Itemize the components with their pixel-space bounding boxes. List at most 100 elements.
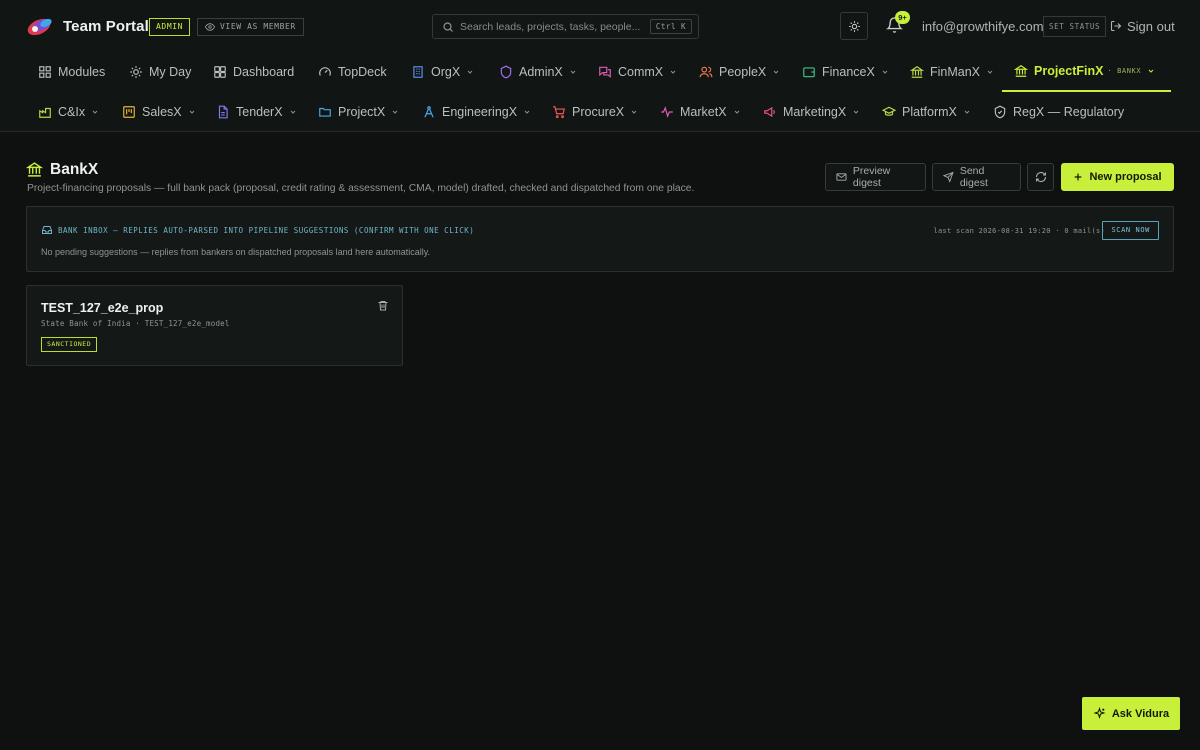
brand-name: Team Portal <box>63 18 149 35</box>
nav-item-tenderx[interactable]: TenderX <box>216 92 297 132</box>
nav-item-subtag: · BANKX <box>1107 67 1142 75</box>
chevron-down-icon <box>853 110 859 114</box>
nav-item-projectfinx[interactable]: ProjectFinX · BANKX <box>1002 52 1172 92</box>
preview-digest-label: Preview digest <box>852 165 891 189</box>
bank-icon <box>1014 65 1028 77</box>
notification-count-badge: 9+ <box>895 11 910 24</box>
bank-inbox-panel: BANK INBOX — REPLIES AUTO-PARSED INTO PI… <box>26 206 1174 272</box>
building-icon <box>413 66 423 78</box>
nav-item-dashboard[interactable]: Dashboard <box>213 52 294 92</box>
nav-item-my-day[interactable]: My Day <box>129 52 191 92</box>
eye-icon <box>205 23 215 31</box>
nav-item-platformx[interactable]: PlatformX <box>882 92 971 132</box>
chevron-down-icon <box>92 110 98 114</box>
send-icon <box>943 171 954 183</box>
nav-item-label: FinManX <box>930 65 981 79</box>
proposal-title: TEST_127_e2e_prop <box>41 301 164 315</box>
top-bar: Team Portal ADMIN VIEW AS MEMBER Search … <box>0 0 1200 52</box>
scan-now-button[interactable]: SCAN NOW <box>1102 221 1159 240</box>
nav-item-projectx[interactable]: ProjectX <box>318 92 399 132</box>
nav-item-adminx[interactable]: AdminX <box>499 52 577 92</box>
sign-out-label: Sign out <box>1127 19 1175 34</box>
wallet-icon <box>803 67 815 78</box>
sun-icon <box>849 21 860 32</box>
nav-item-label: OrgX <box>431 65 461 79</box>
nav-item-regx[interactable]: RegX — Regulatory <box>993 92 1124 132</box>
nav-item-orgx[interactable]: OrgX <box>411 52 474 92</box>
gauge-icon <box>319 67 331 76</box>
proposal-card[interactable]: TEST_127_e2e_prop State Bank of India · … <box>26 285 403 366</box>
nav-item-marketx[interactable]: MarketX <box>660 92 741 132</box>
nav-item-label: SalesX <box>142 105 182 119</box>
folder-icon <box>319 107 331 117</box>
sun-icon <box>130 66 142 78</box>
plus-icon <box>1075 173 1082 181</box>
nav-item-cix[interactable]: C&Ix <box>38 92 99 132</box>
logout-icon <box>1110 20 1122 32</box>
search-icon <box>443 22 453 32</box>
nav-item-label: TenderX <box>236 105 283 119</box>
bank-icon <box>26 162 43 177</box>
people-icon <box>699 66 713 78</box>
chevron-down-icon <box>524 110 530 114</box>
trash-icon[interactable] <box>377 299 389 312</box>
refresh-button[interactable] <box>1027 163 1054 191</box>
nav-item-engineeringx[interactable]: EngineeringX <box>422 92 531 132</box>
chevron-down-icon <box>670 70 676 74</box>
bank-inbox-empty-message: No pending suggestions — replies from ba… <box>41 247 431 257</box>
view-as-member-button[interactable]: VIEW AS MEMBER <box>197 18 304 36</box>
board-icon <box>123 106 135 118</box>
chat-icon <box>599 66 611 78</box>
nav-item-financex[interactable]: FinanceX <box>802 52 889 92</box>
send-digest-label: Send digest <box>959 165 988 189</box>
set-status-button[interactable]: SET STATUS <box>1043 16 1107 37</box>
compass-icon <box>424 106 434 118</box>
preview-digest-button[interactable]: Preview digest <box>825 163 926 191</box>
nav-item-modules[interactable]: Modules <box>38 52 105 92</box>
chevron-down-icon <box>773 70 779 74</box>
nav-item-label: C&Ix <box>58 105 86 119</box>
nav-item-label: Modules <box>58 65 106 79</box>
nav-item-label: FinanceX <box>822 65 875 79</box>
new-proposal-button[interactable]: New proposal <box>1061 163 1174 191</box>
nav-item-salesx[interactable]: SalesX <box>122 92 196 132</box>
proposal-subtitle: State Bank of India · TEST_127_e2e_model <box>41 319 230 328</box>
nav-item-label: RegX — Regulatory <box>1013 105 1125 119</box>
graduation-icon <box>882 106 896 116</box>
refresh-icon <box>1035 171 1046 183</box>
nav-item-marketingx[interactable]: MarketingX <box>763 92 860 132</box>
nav-item-label: MarketX <box>680 105 727 119</box>
nav-item-peoplex[interactable]: PeopleX <box>699 52 780 92</box>
chevron-down-icon <box>392 110 398 114</box>
theme-toggle-button[interactable] <box>840 12 868 40</box>
shield-check-icon <box>994 105 1006 119</box>
bank-inbox-title: BANK INBOX — REPLIES AUTO-PARSED INTO PI… <box>58 226 475 235</box>
pulse-icon <box>661 106 673 118</box>
nav-item-label: PeopleX <box>719 65 767 79</box>
shield-icon <box>500 65 512 79</box>
page-title: BankX <box>50 161 99 178</box>
nav-item-procurex[interactable]: ProcureX <box>552 92 638 132</box>
chevron-down-icon <box>570 70 576 74</box>
grid-icon <box>39 66 51 78</box>
search-input[interactable]: Search leads, projects, tasks, people...… <box>432 14 699 39</box>
nav-item-label: ProcureX <box>572 105 625 119</box>
nav-item-label: CommX <box>618 65 664 79</box>
sign-out-button[interactable]: Sign out <box>1110 19 1175 34</box>
send-digest-button[interactable]: Send digest <box>932 163 1021 191</box>
nav-item-commx[interactable]: CommX <box>598 52 677 92</box>
nav-item-finmanx[interactable]: FinManX <box>910 52 994 92</box>
ask-vidura-button[interactable]: Ask Vidura <box>1082 697 1180 730</box>
user-email[interactable]: info@growthifye.com <box>922 19 1044 34</box>
nav-item-topdeck[interactable]: TopDeck <box>318 52 387 92</box>
team-portal-logo[interactable] <box>26 15 54 37</box>
chevron-down-icon <box>987 70 993 74</box>
role-badge: ADMIN <box>149 18 191 36</box>
nav-item-label: EngineeringX <box>442 105 518 119</box>
nav-item-label: PlatformX <box>902 105 957 119</box>
chevron-down-icon <box>1148 69 1154 73</box>
search-placeholder: Search leads, projects, tasks, people... <box>460 21 641 33</box>
nav-item-label: AdminX <box>519 65 563 79</box>
chevron-down-icon <box>631 110 637 114</box>
chevron-down-icon <box>290 110 295 114</box>
